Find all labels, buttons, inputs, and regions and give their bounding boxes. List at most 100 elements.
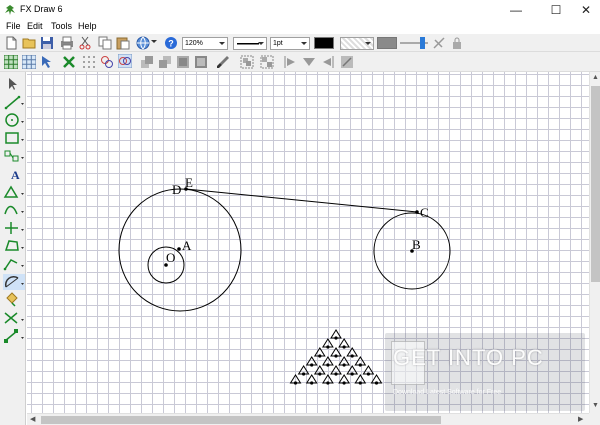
point-a-dot[interactable] [177,247,181,251]
pyramid-node [342,345,346,349]
pyramid-node [326,345,330,349]
pyramid-node [358,363,362,367]
label-b: B [412,237,421,252]
horizontal-scroll-thumb[interactable] [41,416,441,424]
line-tool-icon[interactable] [3,94,25,110]
svg-text:A: A [11,168,20,182]
pyramid-node [293,381,298,385]
grid-icon[interactable] [4,55,18,69]
print-icon[interactable] [60,36,74,50]
save-icon[interactable] [40,36,54,50]
pyramid-node [326,363,330,367]
menu-help[interactable]: Help [78,21,97,31]
pyramid-node [358,381,362,385]
pyramid-node [342,363,346,367]
pyramid-node [374,381,379,385]
new-file-icon[interactable] [4,36,18,50]
globe-icon[interactable] [136,36,150,50]
paste-icon[interactable] [116,36,130,50]
brush-icon[interactable] [216,55,230,69]
zoom-value: 120% [185,40,203,47]
maximize-button[interactable]: ☐ [540,0,572,20]
line-style-icon [237,43,259,45]
label-d: D [172,182,181,197]
pyramid-node [310,363,314,367]
send-backward-icon[interactable] [158,55,172,69]
scroll-up-arrow[interactable]: ▲ [592,74,599,81]
fill-color-swatch[interactable] [377,37,397,49]
pyramid-node [334,336,338,340]
align-center-icon[interactable] [302,55,316,69]
zoom-select[interactable]: 120% [182,37,228,50]
transform-tool-icon[interactable] [3,148,25,164]
menu-edit[interactable]: Edit [27,21,43,31]
globe-dropdown-arrow[interactable] [151,40,157,43]
delete-x-icon[interactable] [62,55,76,69]
pyramid-node [326,381,330,385]
drawing-toolbar [0,52,600,72]
axis-tool-icon[interactable] [3,220,25,236]
scroll-right-arrow[interactable]: ▶ [578,415,583,423]
drawing-canvas[interactable]: O A B C D E GET INTO PC Download Latest … [27,72,589,413]
pyramid-node [350,354,354,358]
snap-grid-icon[interactable] [22,55,36,69]
shape-tool-icon[interactable] [3,184,25,200]
circles-icon[interactable] [100,55,114,69]
pyramid-node [342,381,346,385]
point-c-dot[interactable] [415,210,419,214]
menu-tools[interactable]: Tools [51,21,72,31]
bring-front-icon[interactable] [176,55,190,69]
pyramid-pattern[interactable] [289,329,383,385]
pyramid-node [366,372,370,376]
align-top-icon[interactable] [340,55,354,69]
scroll-left-arrow[interactable]: ◀ [30,415,35,423]
vertical-scroll-thumb[interactable] [591,86,600,282]
line-color-swatch[interactable] [314,37,334,49]
link-off-icon[interactable] [432,36,446,50]
snap-tool-icon[interactable] [3,310,25,326]
align-left-icon[interactable] [284,55,298,69]
pyramid-node [334,354,338,358]
text-tool-icon[interactable]: A [3,166,25,182]
help-icon[interactable]: ? [164,36,178,50]
tools-palette: A [0,72,26,425]
menu-file[interactable]: File [6,21,21,31]
arc-tool-icon[interactable] [3,274,25,290]
pointer-tool-icon[interactable] [3,76,25,92]
minimize-button[interactable]: — [500,0,532,20]
polygon-tool-icon[interactable] [3,238,25,254]
ungroup-icon[interactable] [260,55,274,69]
horizontal-scrollbar[interactable]: ◀ ▶ [27,413,589,425]
tangent-line[interactable] [185,188,418,213]
edit-points-tool-icon[interactable] [3,328,25,344]
close-button[interactable]: ✕ [570,0,600,20]
vertical-scrollbar[interactable]: ▲ ▼ [589,72,600,413]
circle-tool-icon[interactable] [3,112,25,128]
label-e: E [185,175,193,190]
fill-tool-icon[interactable] [3,292,25,308]
menu-bar: File Edit Tools Help [0,20,600,34]
function-tool-icon[interactable] [3,256,25,272]
line-style-select[interactable] [233,37,267,50]
bring-forward-icon[interactable] [140,55,154,69]
label-a: A [182,238,192,253]
copy-icon[interactable] [98,36,112,50]
open-folder-icon[interactable] [22,36,36,50]
send-back-icon[interactable] [194,55,208,69]
label-c: C [420,205,429,220]
lock-icon[interactable] [450,36,464,50]
curve-tool-icon[interactable] [3,202,25,218]
scroll-down-arrow[interactable]: ▼ [592,402,599,409]
cut-icon[interactable] [78,36,92,50]
line-weight-select[interactable]: 1pt [270,37,310,50]
rectangle-tool-icon[interactable] [3,130,25,146]
link-circles-icon[interactable] [118,54,132,68]
pyramid-node [350,372,354,376]
watermark-subtext: Download Latest Software for Free [393,389,502,396]
group-icon[interactable] [240,55,254,69]
fill-pattern-select[interactable] [340,37,374,50]
opacity-slider-thumb[interactable] [420,37,425,49]
align-right-icon[interactable] [320,55,334,69]
select-arrow-icon[interactable] [40,55,54,69]
dot-grid-icon[interactable] [82,55,96,69]
